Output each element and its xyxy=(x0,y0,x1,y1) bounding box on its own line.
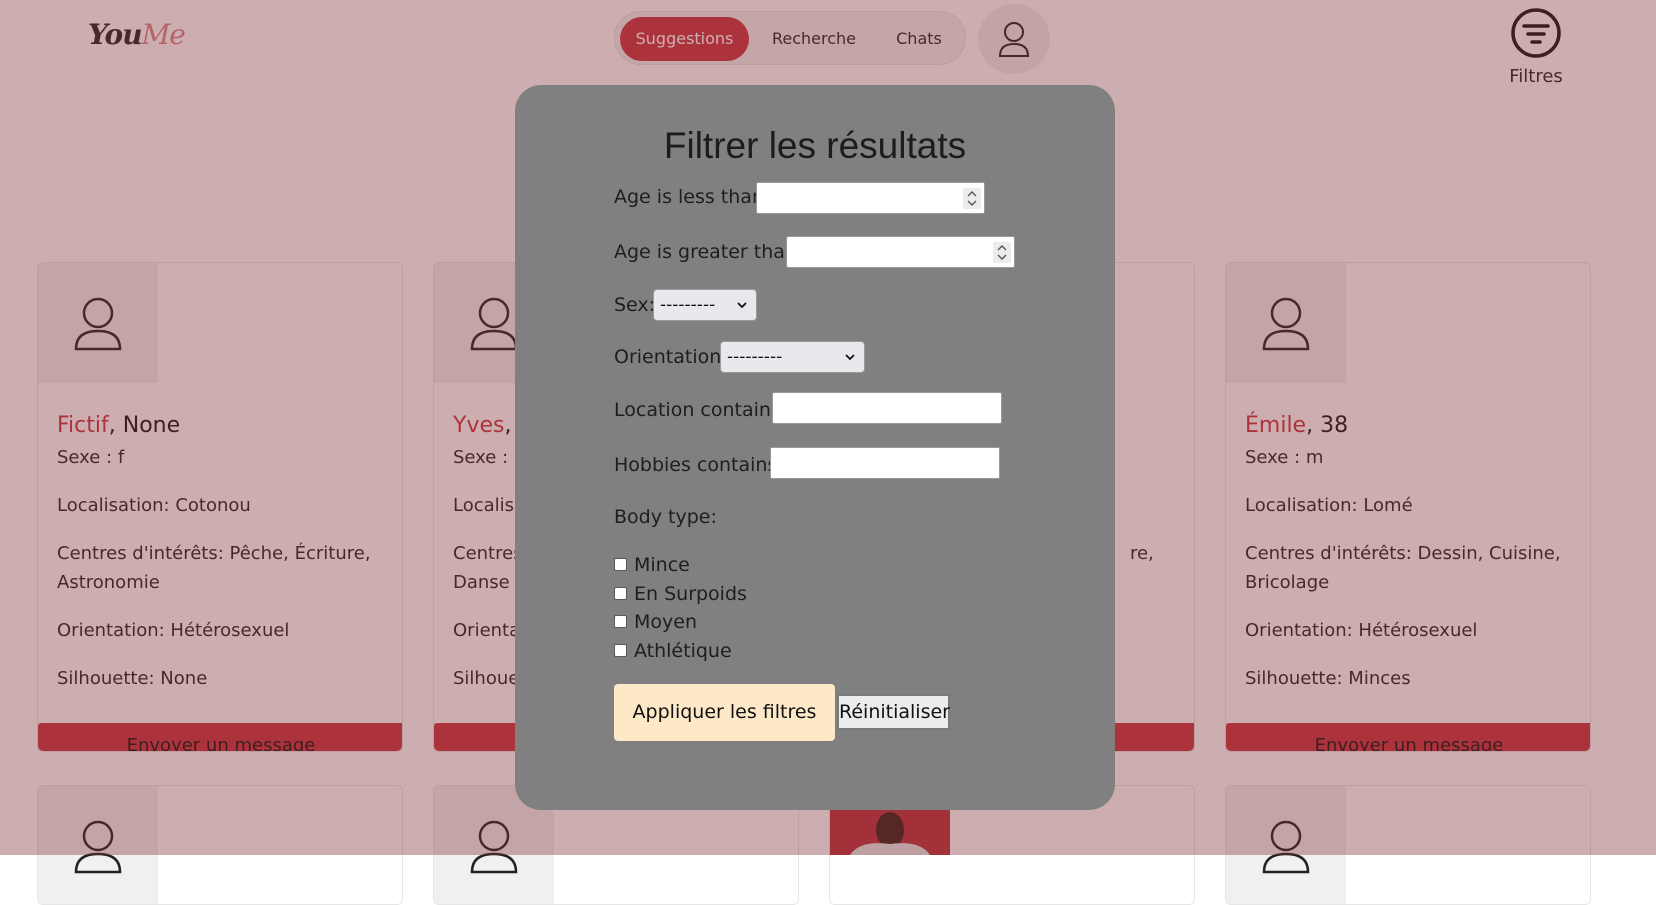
age-less-label: Age is less than: xyxy=(614,186,771,208)
sex-label: Sex: xyxy=(614,294,656,316)
modal-title: Filtrer les résultats xyxy=(663,125,967,166)
age-less-spinner[interactable] xyxy=(963,188,981,209)
age-less-input[interactable] xyxy=(756,182,985,214)
age-greater-input[interactable] xyxy=(786,236,1015,268)
chevron-down-icon xyxy=(845,354,855,361)
checkbox[interactable] xyxy=(614,587,627,600)
spinner-arrows-icon xyxy=(967,191,977,206)
checkbox-label: Athlétique xyxy=(634,640,732,662)
checkbox[interactable] xyxy=(614,615,627,628)
orientation-selected-value: --------- xyxy=(727,347,783,367)
age-greater-label: Age is greater than: xyxy=(614,241,804,263)
checkbox-label: Moyen xyxy=(634,611,697,633)
orientation-select[interactable]: --------- xyxy=(720,341,865,373)
sex-selected-value: --------- xyxy=(660,295,716,315)
reset-filters-button[interactable]: Réinitialiser xyxy=(837,694,950,730)
checkbox-label: En Surpoids xyxy=(634,583,747,605)
location-input[interactable] xyxy=(772,392,1002,424)
checkbox[interactable] xyxy=(614,558,627,571)
hobbies-label: Hobbies contains: xyxy=(614,454,784,476)
chevron-down-icon xyxy=(737,302,747,309)
body-type-label: Body type: xyxy=(614,506,717,528)
spinner-arrows-icon xyxy=(997,245,1007,260)
hobbies-input[interactable] xyxy=(770,447,1000,479)
location-label: Location contains: xyxy=(614,399,788,421)
filter-modal: Filtrer les résultats Age is less than: … xyxy=(515,85,1115,810)
age-greater-spinner[interactable] xyxy=(993,242,1011,263)
apply-filters-button[interactable]: Appliquer les filtres xyxy=(614,684,835,741)
checkbox[interactable] xyxy=(614,644,627,657)
checkbox-label: Mince xyxy=(634,554,690,576)
orientation-label: Orientation: xyxy=(614,346,728,368)
sex-select[interactable]: --------- xyxy=(653,289,757,321)
